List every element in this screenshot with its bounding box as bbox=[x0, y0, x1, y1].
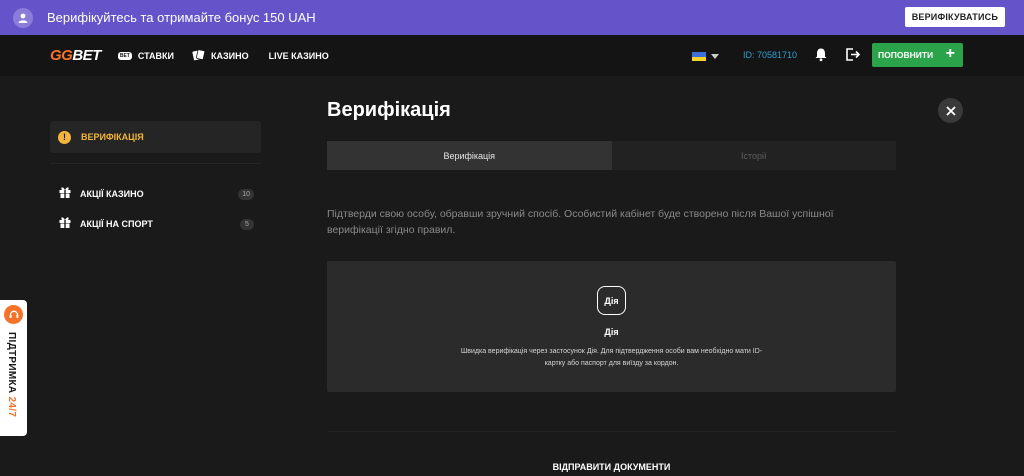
cards-icon bbox=[192, 48, 206, 63]
nav-bets[interactable]: BET СТАВКИ bbox=[117, 50, 175, 61]
bell-icon[interactable] bbox=[814, 47, 828, 67]
user-id: ID: 70581710 bbox=[743, 50, 798, 60]
sidebar-item-verification[interactable]: ! ВЕРИФІКАЦІЯ bbox=[50, 121, 261, 153]
sidebar-item-label: ВЕРИФІКАЦІЯ bbox=[81, 132, 144, 142]
support-label: ПІДТРИМКА 24/7 bbox=[6, 332, 17, 418]
support-tab[interactable]: ПІДТРИМКА 24/7 bbox=[0, 300, 27, 436]
count-badge: 5 bbox=[240, 219, 254, 230]
close-button[interactable] bbox=[938, 98, 963, 123]
nav-live-casino-label: LIVE КАЗИНО bbox=[268, 50, 329, 61]
banner-text: Верифікуйтесь та отримайте бонус 150 UAH bbox=[47, 10, 316, 25]
page-title: Верифікація bbox=[327, 99, 451, 121]
bet-icon: BET bbox=[117, 51, 132, 60]
diia-logo: Дія bbox=[597, 286, 626, 315]
gift-icon bbox=[58, 185, 72, 204]
verification-banner: Верифікуйтесь та отримайте бонус 150 UAH… bbox=[0, 0, 1024, 35]
tab-verification[interactable]: Верифікація bbox=[327, 141, 612, 170]
chevron-down-icon[interactable] bbox=[711, 54, 719, 59]
warning-icon: ! bbox=[58, 130, 71, 144]
divider bbox=[327, 431, 896, 432]
ukraine-flag-icon[interactable] bbox=[692, 52, 706, 61]
sidebar-item-label: АКЦІЇ НА СПОРТ bbox=[80, 219, 153, 229]
plus-icon: + bbox=[945, 45, 955, 62]
tabs: Верифікація Історії bbox=[327, 141, 896, 170]
sidebar-item-casino-promos[interactable]: АКЦІЇ КАЗИНО 10 bbox=[50, 179, 261, 209]
nav-live-casino[interactable]: LIVE КАЗИНО bbox=[269, 51, 329, 61]
support-icon bbox=[4, 305, 23, 324]
page: Верифікуйтесь та отримайте бонус 150 UAH… bbox=[0, 0, 1024, 476]
gift-icon bbox=[58, 215, 72, 234]
deposit-label: ПОПОВНИТИ bbox=[878, 50, 934, 60]
nav-casino[interactable]: КАЗИНО bbox=[192, 48, 249, 63]
submit-documents-button[interactable]: ВІДПРАВИТИ ДОКУМЕНТИ bbox=[327, 462, 896, 472]
logout-icon[interactable] bbox=[845, 47, 861, 67]
logo[interactable]: GGBET bbox=[50, 47, 101, 64]
nav-casino-label: КАЗИНО bbox=[211, 50, 249, 61]
sidebar-item-sport-promos[interactable]: АКЦІЇ НА СПОРТ 5 bbox=[50, 209, 261, 239]
deposit-button[interactable]: ПОПОВНИТИ + bbox=[872, 43, 963, 67]
sidebar: ! ВЕРИФІКАЦІЯ АКЦІЇ КАЗИНО 10 АКЦІЇ НА С… bbox=[50, 121, 261, 239]
tab-history[interactable]: Історії bbox=[612, 141, 897, 170]
close-icon bbox=[945, 105, 956, 116]
nav-bets-label: СТАВКИ bbox=[137, 50, 175, 61]
card-title: Дія bbox=[604, 327, 619, 337]
card-text: Швидка верифікація через застосунок Дія.… bbox=[460, 348, 763, 367]
diia-verification-card[interactable]: Дія Дія Швидка верифікація через застосу… bbox=[327, 261, 896, 392]
verify-button[interactable]: ВЕРИФІКУВАТИСЬ bbox=[904, 7, 1005, 27]
description: Підтверди свою особу, обравши зручний сп… bbox=[327, 208, 834, 236]
top-nav: GGBET BET СТАВКИ КАЗИНО LIVE КАЗИНО ID: … bbox=[0, 35, 1024, 76]
sidebar-item-label: АКЦІЇ КАЗИНО bbox=[80, 189, 144, 199]
user-icon bbox=[13, 7, 33, 28]
count-badge: 10 bbox=[238, 189, 254, 200]
